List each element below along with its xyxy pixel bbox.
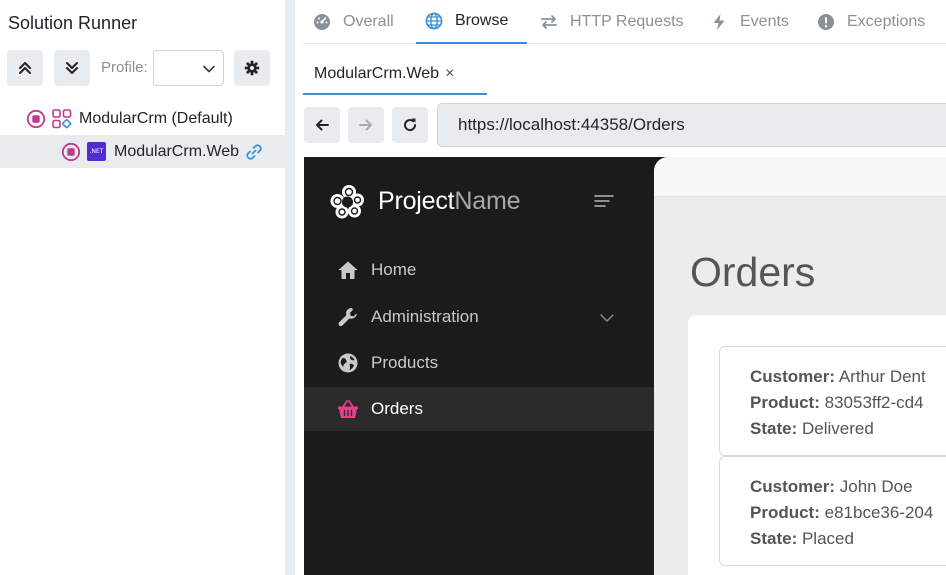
product-label: Product: [750, 393, 820, 412]
tab-http-requests[interactable]: HTTP Requests [540, 0, 684, 44]
orders-card: Customer: Arthur Dent Product: 83053ff2-… [688, 315, 946, 575]
page-title: Orders [690, 249, 816, 295]
tab-label: Exceptions [847, 13, 926, 30]
app-main-content: Orders Customer: Arthur Dent Product: 83… [654, 157, 946, 575]
brand-logo-icon [330, 185, 364, 219]
expand-all-button[interactable] [54, 50, 90, 86]
profile-select[interactable] [153, 50, 224, 86]
web-viewport: ProjectName Home Administration Products… [304, 157, 946, 575]
app-sidebar: ProjectName Home Administration Products… [304, 157, 669, 575]
wrench-icon [338, 308, 357, 327]
brand-text-secondary: Name [454, 186, 521, 215]
back-button[interactable] [304, 107, 340, 143]
customer-value: John Doe [839, 477, 913, 496]
customer-label: Customer: [750, 477, 836, 496]
forward-button[interactable] [348, 107, 384, 143]
arrows-exchange-icon [541, 15, 557, 29]
product-value: e81bce36-204 [824, 503, 934, 522]
tab-label: HTTP Requests [570, 13, 684, 30]
menu-item-label: Orders [371, 399, 423, 418]
dotnet-icon: .NET [87, 142, 106, 161]
tree-item-label: ModularCrm (Default) [79, 109, 233, 127]
dashboard-icon [314, 14, 330, 30]
tree-item-label: ModularCrm.Web [114, 142, 240, 160]
solution-icon [52, 108, 72, 128]
address-bar[interactable]: https://localhost:44358/Orders [437, 103, 946, 147]
tab-events[interactable]: Events [710, 0, 789, 44]
menu-item-administration[interactable]: Administration [304, 295, 654, 339]
collapse-all-button[interactable] [7, 50, 43, 86]
menu-toggle-icon[interactable] [594, 193, 614, 209]
globe-icon [425, 12, 443, 30]
browser-tab-modularcrm-web[interactable]: ModularCrm.Web × [303, 54, 487, 95]
browser-area: Overall Browse HTTP Requests Events Exce… [295, 0, 946, 575]
panel-title: Solution Runner [8, 13, 138, 33]
tab-label: Overall [343, 13, 394, 30]
brand-text-primary: Project [378, 186, 455, 215]
panel-splitter[interactable] [285, 0, 295, 575]
main-tab-bar: Overall Browse HTTP Requests Events Exce… [303, 0, 946, 44]
globe-icon [338, 353, 358, 373]
chevron-down-icon [600, 314, 614, 322]
tab-label: Events [740, 13, 789, 30]
state-value: Placed [801, 529, 854, 548]
stop-icon[interactable] [61, 142, 81, 162]
menu-item-home[interactable]: Home [304, 248, 654, 292]
stop-icon[interactable] [26, 109, 46, 129]
state-label: State: [750, 529, 798, 548]
tab-overall[interactable]: Overall [313, 0, 394, 44]
link-icon[interactable] [244, 142, 264, 162]
product-label: Product: [750, 503, 820, 522]
close-icon[interactable]: × [445, 65, 454, 83]
menu-item-orders[interactable]: Orders [304, 387, 654, 431]
home-icon [338, 261, 358, 279]
chevron-down-icon [203, 65, 215, 73]
arrow-right-icon [359, 119, 372, 131]
reload-button[interactable] [392, 107, 428, 143]
exclamation-circle-icon [818, 14, 834, 30]
solution-runner-panel: Solution Runner Profile: ModularCrm (Def… [0, 0, 285, 575]
brand-text: ProjectName [378, 186, 521, 216]
customer-label: Customer: [750, 367, 836, 386]
menu-item-label: Administration [371, 307, 479, 326]
product-value: 83053ff2-cd4 [824, 393, 924, 412]
menu-item-label: Home [371, 260, 417, 279]
tab-label: Browse [455, 12, 509, 29]
tab-browse[interactable]: Browse [416, 0, 527, 44]
gear-icon [244, 60, 260, 76]
list-item: Customer: John Doe Product: e81bce36-204… [719, 456, 946, 566]
arrow-left-icon [316, 119, 329, 131]
customer-value: Arthur Dent [838, 367, 926, 386]
state-value: Delivered [801, 419, 874, 438]
tab-exceptions[interactable]: Exceptions [817, 0, 925, 44]
menu-item-label: Products [371, 353, 439, 372]
profile-label: Profile: [101, 59, 148, 76]
url-text: https://localhost:44358/Orders [458, 115, 685, 134]
bolt-icon [713, 14, 725, 30]
browser-tab-label: ModularCrm.Web [314, 64, 440, 82]
solution-runner-window: Solution Runner Profile: ModularCrm (Def… [0, 0, 946, 575]
tree-item-solution[interactable]: ModularCrm (Default) [0, 102, 285, 135]
state-label: State: [750, 419, 798, 438]
settings-button[interactable] [234, 50, 270, 86]
double-chevron-down-icon [66, 62, 78, 74]
list-item: Customer: Arthur Dent Product: 83053ff2-… [719, 346, 946, 456]
double-chevron-up-icon [19, 62, 31, 74]
menu-item-products[interactable]: Products [304, 341, 654, 385]
basket-icon [338, 400, 358, 418]
app-topbar [654, 157, 946, 197]
refresh-icon [404, 118, 417, 132]
tree-item-project[interactable]: .NET ModularCrm.Web [0, 135, 285, 168]
app-brand[interactable]: ProjectName [328, 181, 521, 221]
